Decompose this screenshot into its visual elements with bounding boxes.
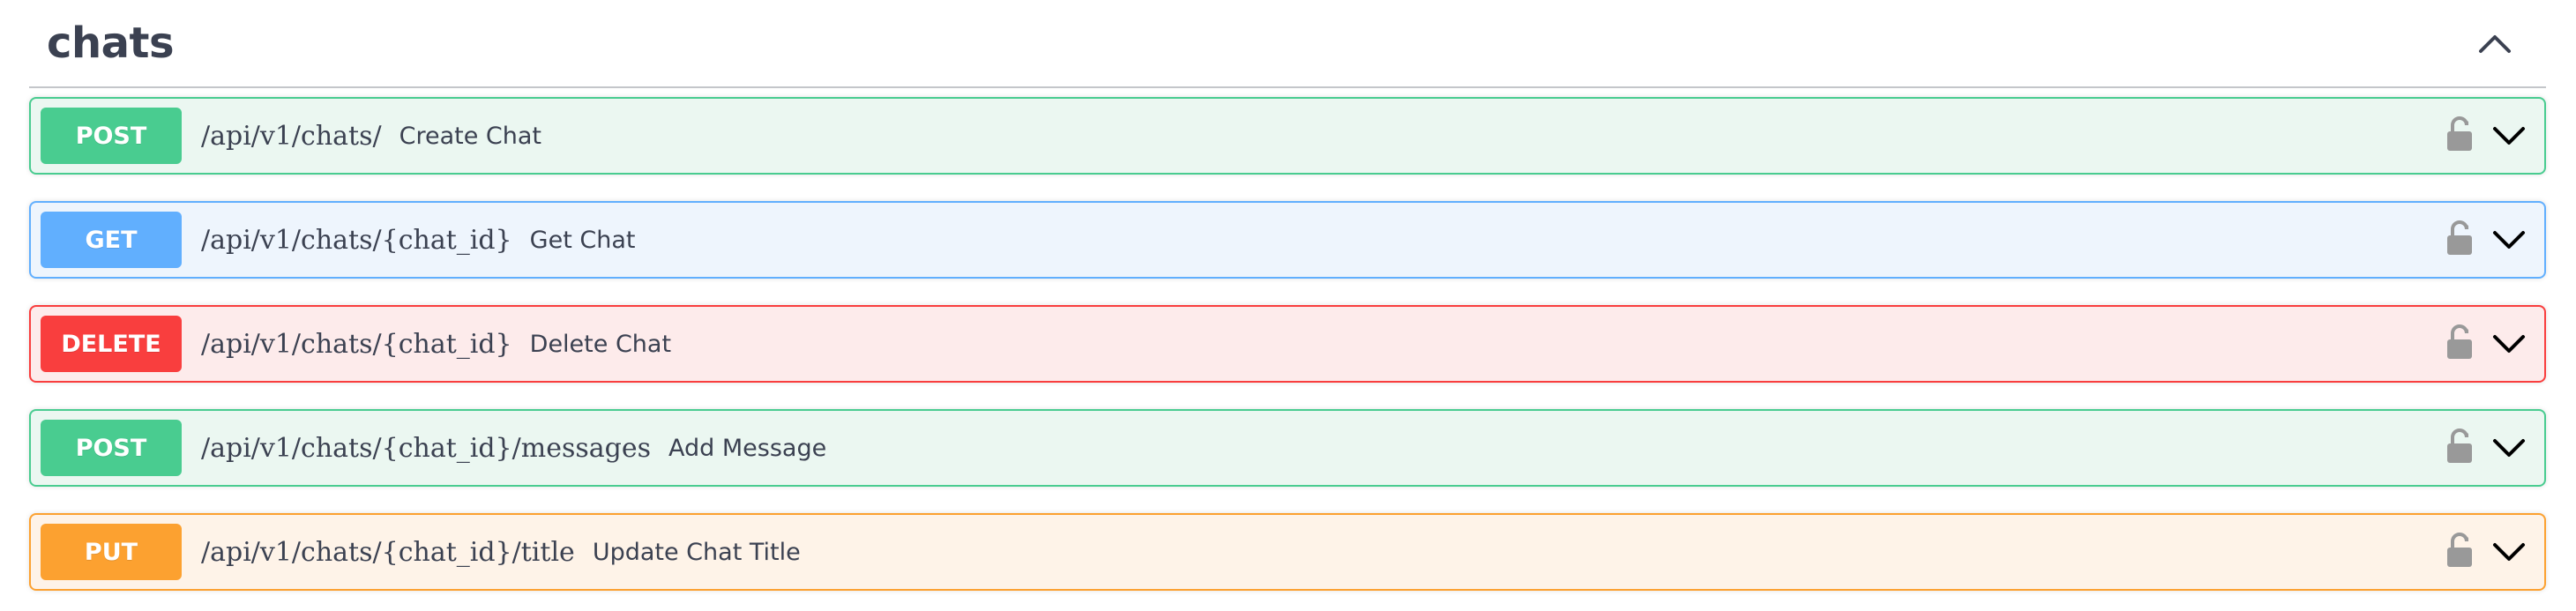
unlocked-lock-icon[interactable] [2445, 324, 2474, 361]
endpoint-summary: Create Chat [399, 122, 542, 150]
chevron-down-icon[interactable] [2491, 536, 2527, 568]
operation-row[interactable]: POST /api/v1/chats/{chat_id}/messages Ad… [29, 409, 2546, 487]
endpoint-summary: Delete Chat [529, 330, 672, 358]
endpoint-path: /api/v1/chats/ [201, 120, 382, 152]
endpoint-path: /api/v1/chats/{chat_id}/title [201, 536, 575, 568]
unlocked-lock-icon[interactable] [2445, 532, 2474, 569]
section-title: chats [47, 19, 175, 68]
endpoint-summary: Add Message [668, 434, 827, 462]
chevron-up-icon[interactable] [2474, 23, 2516, 65]
endpoint-summary: Get Chat [529, 226, 636, 254]
unlocked-lock-icon[interactable] [2445, 115, 2474, 153]
operation-row[interactable]: GET /api/v1/chats/{chat_id} Get Chat [29, 201, 2546, 279]
method-badge: POST [41, 420, 182, 476]
operation-row[interactable]: DELETE /api/v1/chats/{chat_id} Delete Ch… [29, 305, 2546, 383]
chevron-down-icon[interactable] [2491, 328, 2527, 360]
section-header[interactable]: chats [29, 0, 2546, 88]
endpoint-summary: Update Chat Title [592, 538, 801, 566]
unlocked-lock-icon[interactable] [2445, 220, 2474, 257]
endpoint-path: /api/v1/chats/{chat_id}/messages [201, 432, 651, 464]
chevron-down-icon[interactable] [2491, 432, 2527, 464]
method-badge: POST [41, 108, 182, 164]
method-badge: GET [41, 212, 182, 268]
operation-row[interactable]: PUT /api/v1/chats/{chat_id}/title Update… [29, 513, 2546, 591]
chats-section: chats POST /api/v1/chats/ Create Chat GE… [29, 0, 2546, 591]
endpoint-path: /api/v1/chats/{chat_id} [201, 224, 512, 256]
operation-row[interactable]: POST /api/v1/chats/ Create Chat [29, 97, 2546, 175]
method-badge: PUT [41, 524, 182, 580]
chevron-down-icon[interactable] [2491, 224, 2527, 256]
method-badge: DELETE [41, 316, 182, 372]
chevron-down-icon[interactable] [2491, 120, 2527, 152]
unlocked-lock-icon[interactable] [2445, 428, 2474, 465]
endpoint-path: /api/v1/chats/{chat_id} [201, 328, 512, 360]
